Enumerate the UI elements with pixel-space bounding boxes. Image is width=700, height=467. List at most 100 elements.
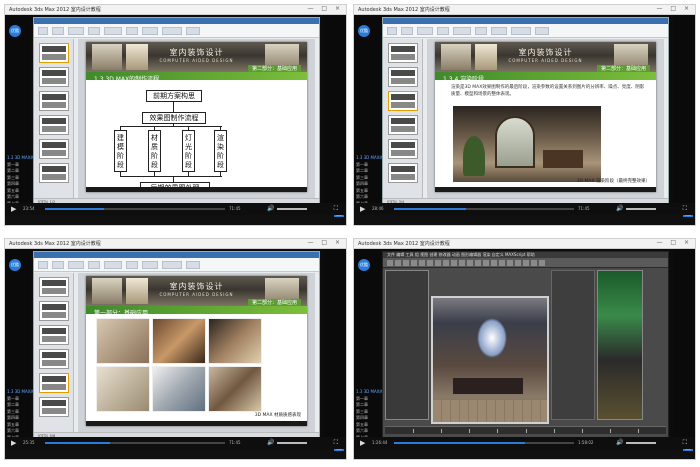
slide-thumbnail[interactable] [39, 301, 69, 321]
tool-button[interactable] [467, 260, 473, 266]
progress-bar[interactable] [45, 208, 225, 210]
video-player[interactable]: 优酷 1.3 3D MAX的制作流程 第一章 第二章 第三章 第四章 第五章 第… [5, 249, 346, 451]
tool-button[interactable] [491, 260, 497, 266]
video-player[interactable]: 优酷 1.3 3D MAX的制作流程 第一章 第二章 第三章 第四章 第五章 第… [354, 249, 695, 451]
ribbon-button[interactable] [68, 27, 84, 35]
slide-thumbnail[interactable] [39, 325, 69, 345]
slide-thumbnail[interactable] [39, 277, 69, 297]
tool-button[interactable] [515, 260, 521, 266]
tool-button[interactable] [387, 260, 393, 266]
ribbon-button[interactable] [104, 27, 122, 35]
window-controls[interactable]: — □ × [307, 5, 343, 12]
window-controls[interactable]: — □ × [656, 5, 692, 12]
tool-button[interactable] [443, 260, 449, 266]
tool-button[interactable] [475, 260, 481, 266]
slide-thumbnail[interactable] [388, 67, 418, 87]
chapter-item[interactable]: 1.3 3D MAX的制作流程 [356, 389, 382, 396]
tool-button[interactable] [435, 260, 441, 266]
tool-button[interactable] [451, 260, 457, 266]
slide-thumbnail[interactable] [39, 115, 69, 135]
volume-slider[interactable] [626, 208, 656, 210]
render-setup-panel[interactable] [551, 270, 595, 420]
slide-thumbnail[interactable] [39, 139, 69, 159]
ribbon-button[interactable] [88, 261, 100, 269]
volume-slider[interactable] [277, 442, 307, 444]
volume-icon[interactable]: 🔊 [267, 205, 274, 212]
slide-thumbnail[interactable] [388, 91, 418, 111]
volume-slider[interactable] [626, 442, 656, 444]
tool-button[interactable] [403, 260, 409, 266]
ribbon-button[interactable] [475, 27, 487, 35]
ribbon-button[interactable] [186, 27, 200, 35]
video-player[interactable]: 优酷 1.3 3D MAX的制作流程 第一章 第二章 第三章 第四章 第五章 第… [354, 15, 695, 217]
render-frame-window[interactable] [431, 296, 549, 424]
slide-thumbnail[interactable] [39, 91, 69, 111]
slide-thumbnail[interactable] [39, 67, 69, 87]
viewport-right[interactable] [597, 270, 643, 420]
slide-thumbnail[interactable] [388, 139, 418, 159]
ribbon-button[interactable] [437, 27, 449, 35]
play-icon[interactable]: ▶ [360, 205, 365, 213]
fullscreen-icon[interactable]: ⛶ [683, 205, 687, 213]
ribbon-button[interactable] [401, 27, 413, 35]
tool-button[interactable] [459, 260, 465, 266]
slide-thumbnail[interactable] [388, 43, 418, 63]
ribbon-button[interactable] [38, 261, 48, 269]
chapter-item[interactable]: 1.3 3D MAX的制作流程 [7, 389, 33, 396]
volume-slider[interactable] [277, 208, 307, 210]
ribbon-button[interactable] [142, 27, 158, 35]
ribbon-button[interactable] [162, 261, 182, 269]
slide-thumbnail[interactable] [39, 373, 69, 393]
play-icon[interactable]: ▶ [11, 205, 16, 213]
tool-button[interactable] [419, 260, 425, 266]
tool-button[interactable] [483, 260, 489, 266]
slide-thumbnail[interactable] [39, 349, 69, 369]
volume-icon[interactable]: 🔊 [616, 439, 623, 446]
ribbon-button[interactable] [142, 261, 158, 269]
play-icon[interactable]: ▶ [11, 439, 16, 447]
tool-button[interactable] [411, 260, 417, 266]
tool-button[interactable] [507, 260, 513, 266]
tool-button[interactable] [539, 260, 545, 266]
ribbon-button[interactable] [511, 27, 531, 35]
volume-icon[interactable]: 🔊 [616, 205, 623, 212]
progress-bar[interactable] [394, 208, 574, 210]
progress-bar[interactable] [394, 442, 574, 444]
ribbon-button[interactable] [52, 27, 64, 35]
viewport-left[interactable] [385, 270, 429, 420]
slide-thumbnail[interactable] [39, 397, 69, 417]
ribbon-button[interactable] [387, 27, 397, 35]
fullscreen-icon[interactable]: ⛶ [683, 439, 687, 447]
ribbon-button[interactable] [68, 261, 84, 269]
ribbon-button[interactable] [126, 261, 138, 269]
ribbon-button[interactable] [104, 261, 122, 269]
tool-button[interactable] [531, 260, 537, 266]
tool-button[interactable] [427, 260, 433, 266]
play-icon[interactable]: ▶ [360, 439, 365, 447]
window-controls[interactable]: — □ × [656, 239, 692, 246]
ribbon-button[interactable] [52, 261, 64, 269]
slide-thumbnail[interactable] [388, 163, 418, 183]
slide-thumbnail[interactable] [388, 115, 418, 135]
ribbon-button[interactable] [88, 27, 100, 35]
tool-button[interactable] [499, 260, 505, 266]
ribbon-button[interactable] [535, 27, 549, 35]
ribbon-button[interactable] [162, 27, 182, 35]
ribbon-button[interactable] [491, 27, 507, 35]
chapter-item[interactable]: 1.3 3D MAX的制作流程 [7, 155, 33, 162]
tool-button[interactable] [523, 260, 529, 266]
ribbon-button[interactable] [417, 27, 433, 35]
progress-bar[interactable] [45, 442, 225, 444]
fullscreen-icon[interactable]: ⛶ [334, 439, 338, 447]
window-controls[interactable]: — □ × [307, 239, 343, 246]
ribbon-button[interactable] [38, 27, 48, 35]
volume-icon[interactable]: 🔊 [267, 439, 274, 446]
fullscreen-icon[interactable]: ⛶ [334, 205, 338, 213]
slide-thumbnail[interactable] [39, 163, 69, 183]
ribbon-button[interactable] [186, 261, 200, 269]
video-player[interactable]: 优酷 1.3 3D MAX的制作流程 第一章 第二章 第三章 第四章 第五章 第… [5, 15, 346, 217]
ribbon-button[interactable] [453, 27, 471, 35]
tool-button[interactable] [395, 260, 401, 266]
slide-thumbnail[interactable] [39, 43, 69, 63]
time-slider[interactable] [385, 426, 666, 434]
